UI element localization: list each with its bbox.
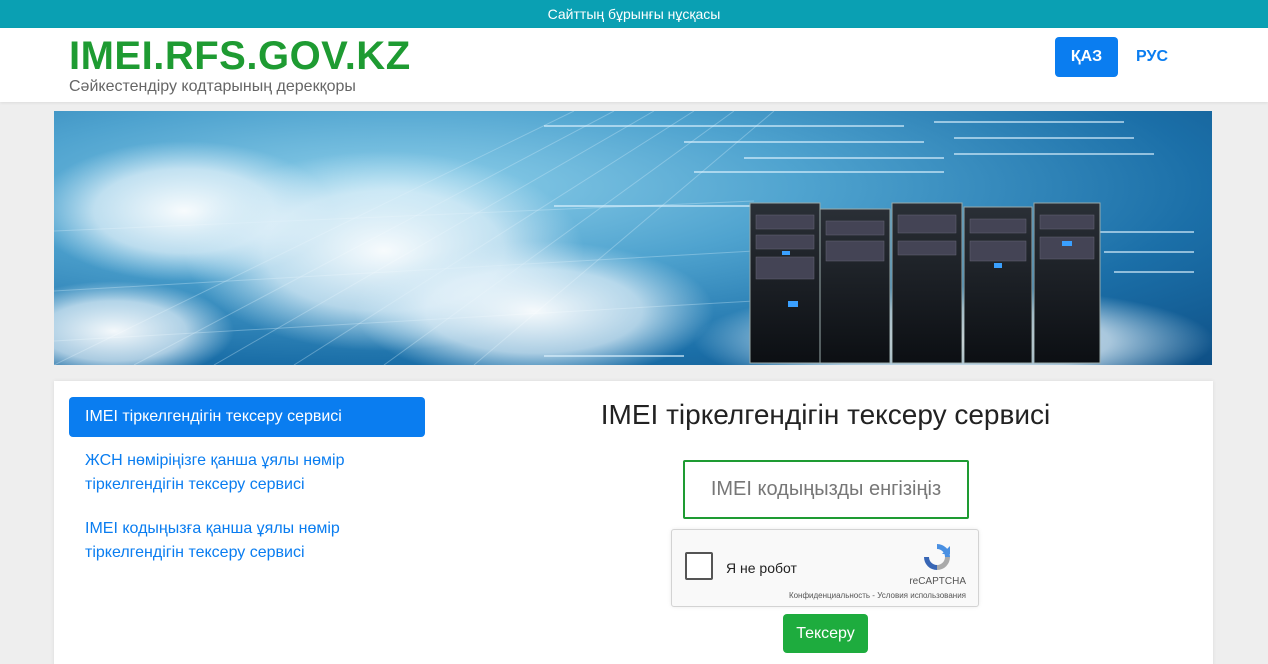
nav-item-imei-check[interactable]: IMEI тіркелгендігін тексеру сервисі [69, 397, 425, 437]
site-header: IMEI.RFS.GOV.KZ Сәйкестендіру кодтарының… [0, 28, 1268, 102]
recaptcha-brand: reCAPTCHA [909, 576, 966, 587]
recaptcha-label: Я не робот [726, 560, 797, 576]
language-switcher: ҚАЗ РУС [1055, 37, 1186, 77]
logo-subtitle: Сәйкестендіру кодтарының дерекқоры [69, 78, 356, 95]
recaptcha-terms-link[interactable]: Конфиденциальность - Условия использован… [789, 591, 966, 600]
imei-input[interactable] [683, 460, 969, 519]
recaptcha-logo-icon [924, 544, 950, 570]
lang-kz-button[interactable]: ҚАЗ [1055, 37, 1119, 77]
old-version-link[interactable]: Сайттың бұрынғы нұсқасы [548, 6, 721, 22]
service-nav: IMEI тіркелгендігін тексеру сервисі ЖСН … [69, 397, 425, 577]
cloud-servers-illustration [54, 111, 1212, 365]
logo-title: IMEI.RFS.GOV.KZ [69, 34, 411, 78]
lang-ru-button[interactable]: РУС [1118, 37, 1186, 77]
content-card: IMEI тіркелгендігін тексеру сервисі ЖСН … [54, 381, 1213, 664]
top-banner: Сайттың бұрынғы нұсқасы [0, 0, 1268, 28]
check-button[interactable]: Тексеру [783, 614, 868, 653]
page-title: IMEI тіркелгендігін тексеру сервисі [600, 399, 1051, 430]
nav-item-imei-numbers-check[interactable]: IMEI кодыңызға қанша ұялы нөмір тіркелге… [69, 509, 425, 573]
hero-banner-image [54, 111, 1212, 365]
recaptcha-widget: Я не робот reCAPTCHA Конфиденциальность … [671, 529, 979, 607]
recaptcha-checkbox[interactable] [685, 552, 713, 580]
site-logo[interactable]: IMEI.RFS.GOV.KZ Сәйкестендіру кодтарының… [69, 36, 411, 96]
nav-item-iin-check[interactable]: ЖСН нөміріңізге қанша ұялы нөмір тіркелг… [69, 441, 425, 505]
